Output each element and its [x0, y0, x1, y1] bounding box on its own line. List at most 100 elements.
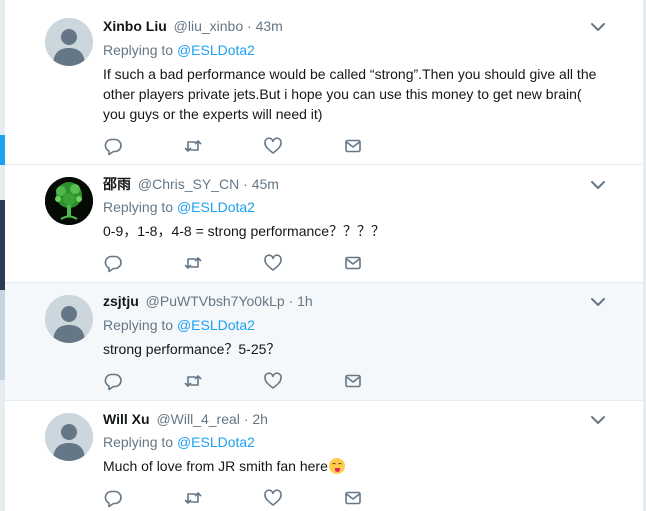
- more-options-button[interactable]: [589, 411, 607, 429]
- separator-dot: ·: [243, 176, 248, 192]
- replying-to-label: Replying to: [103, 42, 174, 58]
- display-name[interactable]: zsjtju: [103, 293, 139, 309]
- reply-icon: [104, 255, 122, 273]
- face-savoring-food-emoji-icon: [328, 458, 345, 474]
- tweet-actions: [103, 371, 373, 391]
- tweet-text-line: If such a bad performance would be calle…: [103, 66, 597, 82]
- retweet-button[interactable]: [183, 253, 203, 273]
- retweet-button[interactable]: [183, 136, 203, 156]
- avatar[interactable]: [45, 177, 93, 225]
- heart-icon: [264, 372, 282, 389]
- envelope-icon: [345, 139, 361, 153]
- direct-message-button[interactable]: [343, 136, 363, 156]
- mention-link[interactable]: @ESLDota2: [177, 434, 255, 450]
- tweet-text-content: Much of love from JR smith fan here: [103, 458, 328, 474]
- tweet-header: zsjtju @PuWTVbsh7Yo0kLp · 1h: [103, 291, 313, 311]
- display-name[interactable]: Xinbo Liu: [103, 18, 167, 34]
- user-handle[interactable]: @liu_xinbo: [174, 18, 243, 34]
- tweet-text-line: other players private jets.But i hope yo…: [103, 86, 582, 102]
- user-handle[interactable]: @Chris_SY_CN: [138, 176, 239, 192]
- reply-icon: [104, 373, 122, 391]
- green-tree-avatar-icon: [45, 177, 93, 225]
- user-handle[interactable]: @PuWTVbsh7Yo0kLp: [146, 293, 285, 309]
- envelope-icon: [345, 491, 361, 505]
- reply-thread: Xinbo Liu @liu_xinbo · 43m Replying to @…: [5, 0, 643, 511]
- display-name[interactable]: 邵雨: [103, 176, 131, 192]
- tweet-text-line: Much of love from JR smith fan here: [103, 456, 613, 476]
- tweet-text-line: you guys or the experts will need it): [103, 106, 323, 122]
- direct-message-button[interactable]: [343, 253, 363, 273]
- tweet-header: Will Xu @Will_4_real · 2h: [103, 409, 268, 429]
- replying-to-label: Replying to: [103, 434, 174, 450]
- chevron-down-icon: [591, 23, 605, 31]
- timestamp[interactable]: 1h: [297, 293, 313, 309]
- more-options-button[interactable]: [589, 176, 607, 194]
- reply-icon: [104, 490, 122, 508]
- tweet[interactable]: Xinbo Liu @liu_xinbo · 43m Replying to @…: [5, 0, 643, 165]
- tweet-text: 0-9，1-8，4-8 = strong performance？？？？: [103, 221, 613, 241]
- retweet-icon: [184, 140, 202, 152]
- mention-link[interactable]: @ESLDota2: [177, 199, 255, 215]
- reply-button[interactable]: [103, 488, 123, 508]
- envelope-icon: [345, 256, 361, 270]
- replying-to-label: Replying to: [103, 317, 174, 333]
- tweet-header: Xinbo Liu @liu_xinbo · 43m: [103, 16, 283, 36]
- reply-button[interactable]: [103, 253, 123, 273]
- replying-to-line: Replying to @ESLDota2: [103, 432, 255, 452]
- tweet-text: Much of love from JR smith fan here: [103, 456, 613, 476]
- reply-icon: [104, 138, 122, 156]
- chevron-down-icon: [591, 416, 605, 424]
- tweet[interactable]: 邵雨 @Chris_SY_CN · 45m Replying to @ESLDo…: [5, 165, 643, 283]
- avatar[interactable]: [45, 295, 93, 343]
- tweet-text-line: strong performance？5-25？: [103, 341, 281, 357]
- heart-icon: [264, 254, 282, 271]
- tweet-header: 邵雨 @Chris_SY_CN · 45m: [103, 174, 279, 194]
- heart-icon: [264, 489, 282, 506]
- retweet-icon: [184, 492, 202, 504]
- retweet-button[interactable]: [183, 488, 203, 508]
- default-avatar-icon: [45, 295, 93, 343]
- heart-icon: [264, 137, 282, 154]
- separator-dot: ·: [243, 411, 249, 427]
- replying-to-label: Replying to: [103, 199, 174, 215]
- direct-message-button[interactable]: [343, 371, 363, 391]
- separator-dot: ·: [288, 293, 294, 309]
- timestamp[interactable]: 2h: [252, 411, 268, 427]
- retweet-icon: [184, 375, 202, 387]
- like-button[interactable]: [263, 136, 283, 156]
- tweet-actions: [103, 488, 373, 508]
- replying-to-line: Replying to @ESLDota2: [103, 315, 255, 335]
- chevron-down-icon: [591, 181, 605, 189]
- reply-button[interactable]: [103, 371, 123, 391]
- user-handle[interactable]: @Will_4_real: [156, 411, 239, 427]
- like-button[interactable]: [263, 371, 283, 391]
- like-button[interactable]: [263, 253, 283, 273]
- timestamp[interactable]: 43m: [256, 18, 283, 34]
- avatar[interactable]: [45, 413, 93, 461]
- mention-link[interactable]: @ESLDota2: [177, 317, 255, 333]
- retweet-button[interactable]: [183, 371, 203, 391]
- timestamp[interactable]: 45m: [252, 176, 279, 192]
- tweet[interactable]: Will Xu @Will_4_real · 2h Replying to @E…: [5, 401, 643, 511]
- like-button[interactable]: [263, 488, 283, 508]
- tweet[interactable]: zsjtju @PuWTVbsh7Yo0kLp · 1h Replying to…: [5, 283, 643, 401]
- tweet-text: strong performance？5-25？: [103, 339, 613, 359]
- display-name[interactable]: Will Xu: [103, 411, 150, 427]
- tweet-text-line: 0-9，1-8，4-8 = strong performance？？？？: [103, 223, 386, 239]
- tweet-actions: [103, 253, 373, 273]
- replying-to-line: Replying to @ESLDota2: [103, 197, 255, 217]
- default-avatar-icon: [45, 18, 93, 66]
- tweet-actions: [103, 136, 373, 156]
- more-options-button[interactable]: [589, 293, 607, 311]
- avatar[interactable]: [45, 18, 93, 66]
- default-avatar-icon: [45, 413, 93, 461]
- chevron-down-icon: [591, 298, 605, 306]
- mention-link[interactable]: @ESLDota2: [177, 42, 255, 58]
- more-options-button[interactable]: [589, 18, 607, 36]
- replying-to-line: Replying to @ESLDota2: [103, 40, 255, 60]
- tweet-text: If such a bad performance would be calle…: [103, 64, 613, 124]
- envelope-icon: [345, 374, 361, 388]
- retweet-icon: [184, 257, 202, 269]
- direct-message-button[interactable]: [343, 488, 363, 508]
- reply-button[interactable]: [103, 136, 123, 156]
